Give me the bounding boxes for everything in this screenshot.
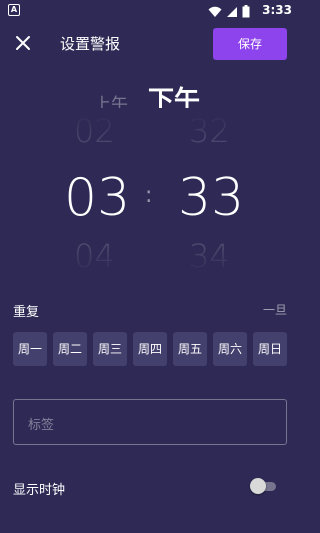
notification-icon: A <box>8 4 20 16</box>
status-bar: A 3:33 <box>0 0 300 24</box>
day-sat-button[interactable]: 周六 <box>213 332 247 366</box>
label-input[interactable]: 标签 <box>13 399 287 445</box>
save-button[interactable]: 保存 <box>213 28 287 60</box>
picker-fade-top <box>0 108 300 150</box>
picker-fade-bottom <box>0 240 300 280</box>
status-time: 3:33 <box>262 3 292 17</box>
wifi-icon <box>208 6 222 17</box>
battery-icon <box>242 5 250 18</box>
time-separator: : <box>145 183 153 208</box>
label-placeholder: 标签 <box>28 418 55 433</box>
show-clock-label: 显示时钟 <box>13 483 66 498</box>
close-icon[interactable] <box>14 34 32 52</box>
repeat-summary[interactable]: 一旦 <box>263 301 287 318</box>
show-clock-toggle[interactable] <box>250 478 278 494</box>
day-tue-button[interactable]: 周二 <box>53 332 87 366</box>
signal-icon <box>227 6 237 17</box>
toggle-thumb <box>250 478 266 494</box>
page-title: 设置警报 <box>60 35 121 53</box>
day-sun-button[interactable]: 周日 <box>253 332 287 366</box>
day-thu-button[interactable]: 周四 <box>133 332 167 366</box>
day-wed-button[interactable]: 周三 <box>93 332 127 366</box>
hour-wheel[interactable]: 03 <box>64 168 130 228</box>
status-icons <box>208 5 250 18</box>
day-selector: 周一 周二 周三 周四 周五 周六 周日 <box>13 332 287 366</box>
repeat-label: 重复 <box>13 305 40 320</box>
day-mon-button[interactable]: 周一 <box>13 332 47 366</box>
day-fri-button[interactable]: 周五 <box>173 332 207 366</box>
minute-wheel[interactable]: 33 <box>178 168 244 228</box>
